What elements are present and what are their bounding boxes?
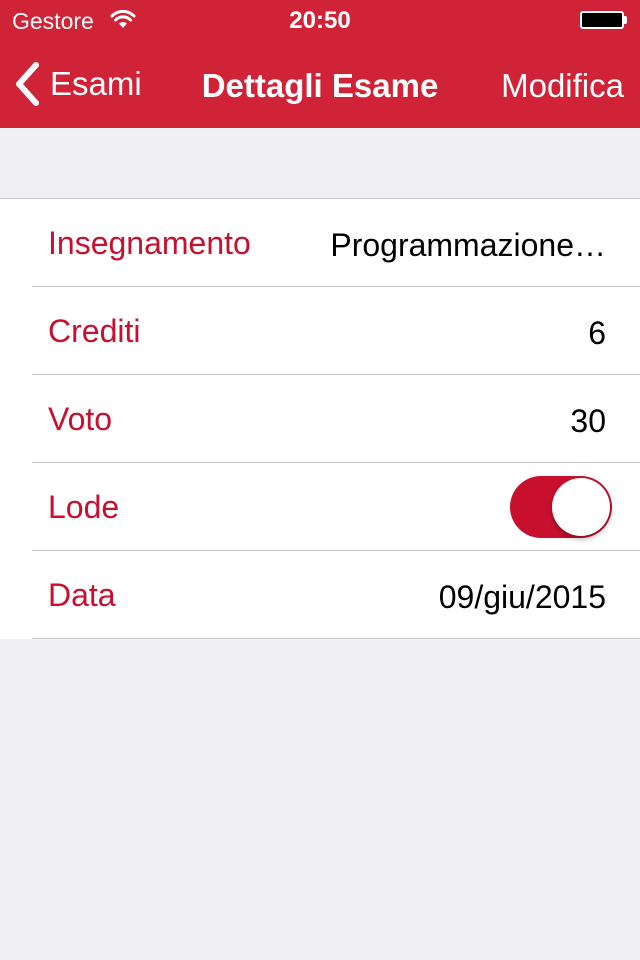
row-value: 09/giu/2015 xyxy=(438,579,606,615)
row-value: 6 xyxy=(588,315,606,351)
status-bar: Gestore 20:50 xyxy=(0,0,640,40)
row-insegnamento[interactable]: Insegnamento Programmazione… xyxy=(0,199,640,287)
battery-icon xyxy=(580,11,624,29)
status-time: 20:50 xyxy=(289,7,351,34)
row-crediti[interactable]: Crediti 6 xyxy=(0,287,640,375)
row-voto[interactable]: Voto 30 xyxy=(0,375,640,463)
row-value: Programmazione… xyxy=(330,227,606,263)
row-label: Voto xyxy=(48,401,113,437)
row-value: 30 xyxy=(570,403,606,439)
top-bar: Gestore 20:50 Esami Dettagli Esame Modif… xyxy=(0,0,640,128)
row-label: Lode xyxy=(48,489,120,525)
edit-button[interactable]: Modifica xyxy=(501,67,624,105)
exam-details-table: Insegnamento Programmazione… Crediti 6 V… xyxy=(0,198,640,639)
row-label: Insegnamento xyxy=(48,225,251,261)
battery-nub xyxy=(624,16,627,24)
navigation-bar: Esami Dettagli Esame Modifica xyxy=(0,40,640,128)
row-label: Data xyxy=(48,577,116,613)
lode-toggle[interactable] xyxy=(510,476,612,538)
row-lode: Lode xyxy=(0,463,640,551)
row-separator xyxy=(32,638,640,639)
toggle-knob xyxy=(552,478,610,536)
row-data[interactable]: Data 09/giu/2015 xyxy=(0,551,640,639)
row-label: Crediti xyxy=(48,313,141,349)
